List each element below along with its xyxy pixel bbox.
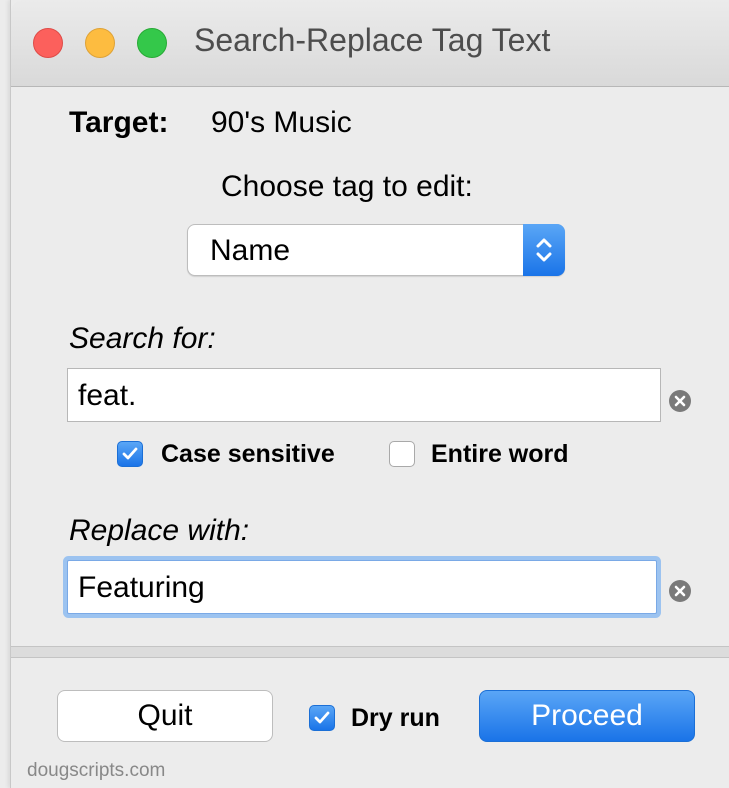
clear-replace-icon[interactable] (669, 580, 691, 602)
clear-search-icon[interactable] (669, 390, 691, 412)
search-input-value: feat. (78, 379, 137, 412)
quit-button[interactable]: Quit (57, 690, 273, 742)
entire-word-label[interactable]: Entire word (431, 440, 569, 469)
popup-chevron-icon (523, 224, 565, 276)
case-sensitive-label[interactable]: Case sensitive (161, 440, 335, 469)
search-for-label: Search for: (69, 322, 216, 355)
tag-popup-value: Name (210, 234, 291, 267)
replace-input[interactable]: Featuring (67, 560, 657, 614)
separator (11, 646, 729, 658)
dry-run-checkbox[interactable] (309, 705, 335, 731)
search-input[interactable]: feat. (67, 368, 661, 422)
credit-text: dougscripts.com (27, 760, 166, 781)
tag-popup-button[interactable]: Name (187, 224, 565, 276)
replace-input-value: Featuring (78, 571, 205, 604)
choose-tag-label: Choose tag to edit: (221, 170, 473, 203)
dry-run-label[interactable]: Dry run (351, 704, 440, 733)
entire-word-checkbox[interactable] (389, 441, 415, 467)
target-label: Target: (69, 106, 169, 139)
dialog-window: Search-Replace Tag Text Target: 90's Mus… (10, 0, 729, 788)
target-value: 90's Music (211, 106, 352, 139)
close-window-button[interactable] (33, 28, 63, 58)
proceed-button[interactable]: Proceed (479, 690, 695, 742)
zoom-window-button[interactable] (137, 28, 167, 58)
case-sensitive-checkbox[interactable] (117, 441, 143, 467)
minimize-window-button[interactable] (85, 28, 115, 58)
replace-with-label: Replace with: (69, 514, 250, 547)
title-bar[interactable]: Search-Replace Tag Text (11, 0, 729, 87)
window-title: Search-Replace Tag Text (194, 22, 551, 58)
